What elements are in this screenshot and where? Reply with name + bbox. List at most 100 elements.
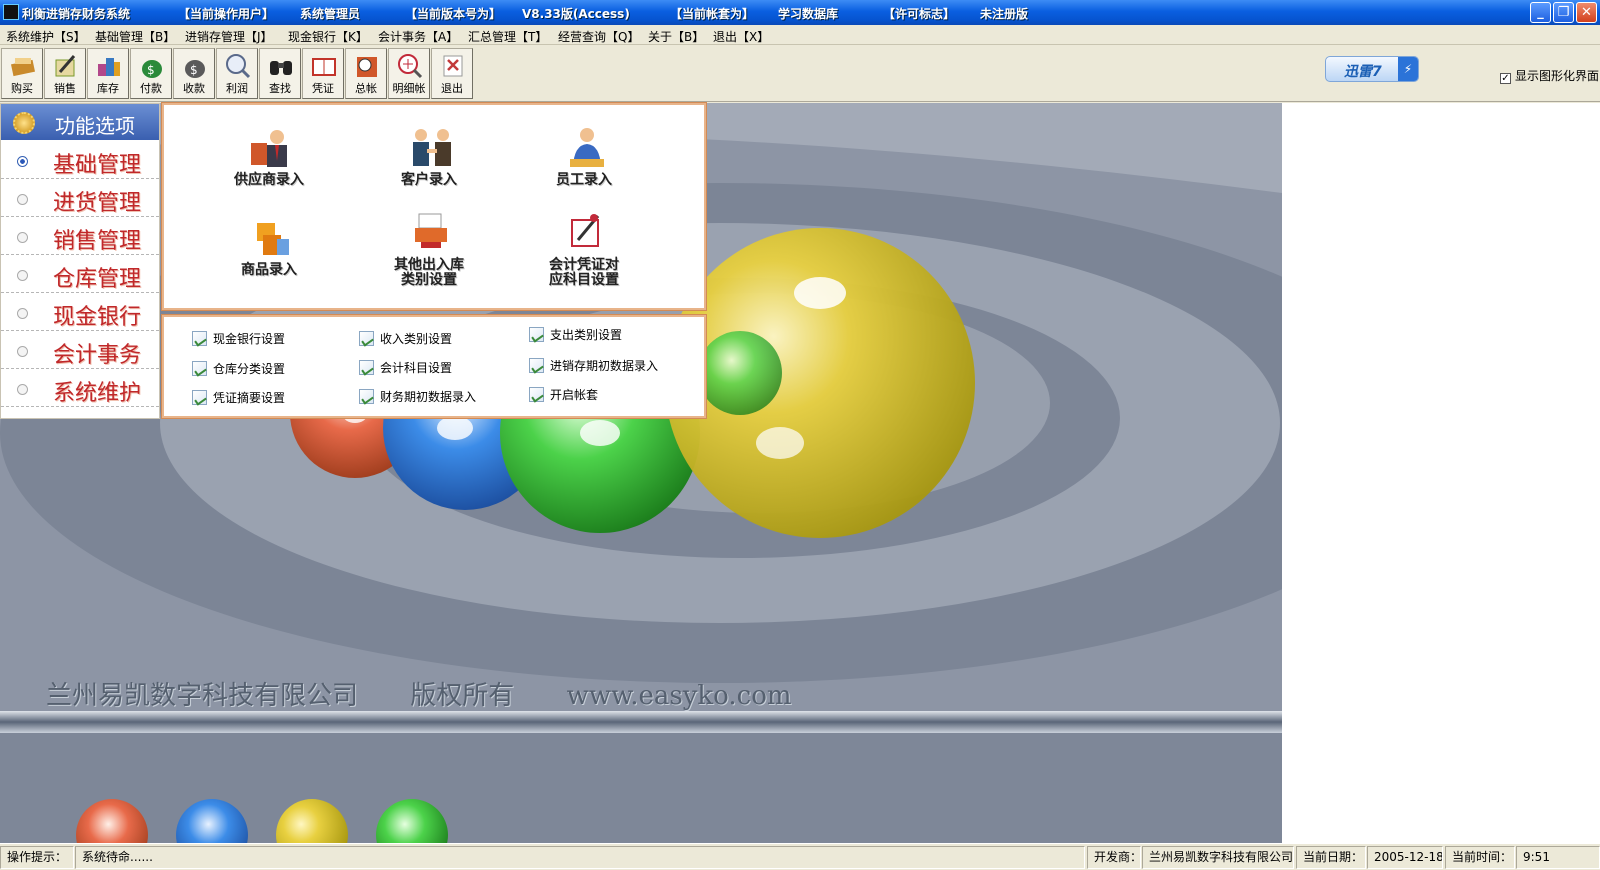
toolbar-sales-button[interactable]: 销售 (44, 48, 86, 99)
toolbar-detail-ledger-button[interactable]: 明细帐 (388, 48, 430, 99)
nav-item-sales[interactable]: 销售管理 (1, 218, 159, 255)
other-stock-category-button[interactable]: 其他出入库 类别设置 (359, 210, 499, 292)
account-value: 学习数据库 (778, 7, 839, 21)
goods-icon (257, 223, 289, 255)
nav-item-purchase[interactable]: 进货管理 (1, 180, 159, 217)
toolbar-ledger-label: 总帐 (355, 82, 377, 95)
toolbar-inventory-button[interactable]: 库存 (87, 48, 129, 99)
nav-item-label: 仓库管理 (53, 267, 142, 292)
radio-icon[interactable] (17, 384, 28, 395)
menu-about[interactable]: 关于【B】 (648, 28, 704, 45)
customer-entry-button[interactable]: 客户录入 (359, 125, 499, 207)
voucher-subject-label-2: 应科目设置 (549, 272, 619, 288)
menu-system-maintenance[interactable]: 系统维护【S】 (6, 28, 86, 45)
close-button[interactable]: ✕ (1576, 2, 1597, 23)
nav-item-accounting[interactable]: 会计事务 (1, 332, 159, 369)
status-hint-label: 操作提示： (0, 846, 74, 869)
supplier-entry-label: 供应商录入 (234, 172, 304, 188)
rights-text: 版权所有 (410, 681, 515, 711)
binoculars-icon (270, 61, 292, 75)
current-time-value: 9:51 (1516, 846, 1600, 869)
function-icon-panel: 供应商录入 客户录入 员工录入 商品录入 其他出入库 类别设置 会计凭证对 应科… (161, 102, 707, 311)
radio-icon[interactable] (17, 270, 28, 281)
current-date-value: 2005-12-18 (1367, 846, 1443, 869)
other-stock-category-label-1: 其他出入库 (394, 257, 464, 273)
profit-icon (226, 54, 251, 79)
supplier-entry-button[interactable]: 供应商录入 (199, 125, 339, 207)
toolbar-buy-button[interactable]: 购买 (1, 48, 43, 99)
goods-entry-button[interactable]: 商品录入 (199, 215, 339, 297)
customer-entry-label: 客户录入 (401, 172, 457, 188)
nav-item-label: 销售管理 (53, 229, 142, 254)
detail-ledger-icon (398, 54, 423, 79)
inventory-icon (98, 58, 120, 76)
link-accounting-subject-setting[interactable]: 会计科目设置 (359, 359, 452, 376)
radio-icon[interactable] (17, 346, 28, 357)
menu-inventory-management[interactable]: 进销存管理【J】 (185, 28, 273, 45)
link-income-category-setting[interactable]: 收入类别设置 (359, 330, 452, 347)
link-expense-category-setting[interactable]: 支出类别设置 (529, 326, 622, 343)
current-user-value: 系统管理员 (300, 7, 361, 21)
toolbar-search-button[interactable]: 查找 (259, 48, 301, 99)
link-open-account-set[interactable]: 开启帐套 (529, 386, 598, 403)
toolbar-voucher-button[interactable]: 凭证 (302, 48, 344, 99)
link-warehouse-category-setting[interactable]: 仓库分类设置 (192, 360, 285, 377)
restore-button[interactable]: ❐ (1553, 2, 1574, 23)
nav-item-warehouse[interactable]: 仓库管理 (1, 256, 159, 293)
link-finance-opening-entry[interactable]: 财务期初数据录入 (359, 388, 476, 405)
toolbar-profit-button[interactable]: 利润 (216, 48, 258, 99)
menu-cash-bank[interactable]: 现金银行【K】 (288, 28, 368, 45)
toolbar: 购买 销售 库存 $ 付款 $ 收款 利润 查找 凭证 总帐 明细帐 退出 迅雷… (0, 46, 1600, 102)
link-inventory-opening-entry[interactable]: 进销存期初数据录入 (529, 357, 658, 374)
nav-item-cash-bank[interactable]: 现金银行 (1, 294, 159, 331)
link-cash-bank-setting[interactable]: 现金银行设置 (192, 330, 285, 347)
developer-value: 兰州易凯数字科技有限公司 (1142, 846, 1294, 869)
function-link-panel: 现金银行设置 收入类别设置 支出类别设置 仓库分类设置 会计科目设置 进销存期初… (161, 314, 707, 419)
radio-icon[interactable] (17, 232, 28, 243)
radio-icon[interactable] (17, 194, 28, 205)
menu-accounting[interactable]: 会计事务【A】 (378, 28, 458, 45)
minimize-button[interactable]: _ (1530, 2, 1551, 23)
license-value: 未注册版 (980, 7, 1029, 21)
chart-icon (359, 331, 374, 346)
current-time-label: 当前时间： (1445, 846, 1515, 869)
toolbar-exit-label: 退出 (441, 82, 463, 95)
employee-icon (570, 128, 604, 167)
menu-business-query[interactable]: 经营查询【Q】 (558, 28, 639, 45)
voucher-subject-setting-button[interactable]: 会计凭证对 应科目设置 (514, 210, 654, 292)
employee-entry-button[interactable]: 员工录入 (514, 125, 654, 207)
link-label: 进销存期初数据录入 (550, 359, 659, 373)
menu-exit[interactable]: 退出【X】 (713, 28, 769, 45)
goods-entry-label: 商品录入 (241, 262, 297, 278)
nav-item-system[interactable]: 系统维护 (1, 370, 159, 407)
app-icon[interactable] (3, 4, 19, 20)
toolbar-exit-button[interactable]: 退出 (431, 48, 473, 99)
link-label: 会计科目设置 (380, 361, 453, 375)
chart-icon (359, 389, 374, 404)
current-user-label: 【当前操作用户】 (178, 7, 275, 21)
link-voucher-summary-setting[interactable]: 凭证摘要设置 (192, 389, 285, 406)
toolbar-buy-label: 购买 (11, 82, 33, 95)
status-hint-value: 系统待命...... (75, 846, 1085, 869)
nav-item-basic[interactable]: 基础管理 (1, 142, 159, 179)
version-value: V8.33版(Access) (522, 7, 630, 21)
xunlei-button[interactable]: 迅雷7 ⚡ (1325, 56, 1419, 82)
voucher-icon (312, 58, 336, 76)
checkbox-box[interactable]: ✓ (1500, 73, 1511, 84)
toolbar-detail-ledger-label: 明细帐 (392, 82, 426, 95)
svg-text:$: $ (190, 63, 198, 77)
graphic-ui-checkbox[interactable]: ✓ 显示图形化界面 (1500, 67, 1599, 84)
toolbar-payment-button[interactable]: $ 付款 (130, 48, 172, 99)
radio-selected-icon[interactable] (17, 156, 28, 167)
customer-icon (413, 129, 451, 166)
link-label: 现金银行设置 (213, 332, 286, 346)
stock-category-icon (415, 213, 447, 248)
toolbar-ledger-button[interactable]: 总帐 (345, 48, 387, 99)
toolbar-receipt-button[interactable]: $ 收款 (173, 48, 215, 99)
menu-summary[interactable]: 汇总管理【T】 (468, 28, 547, 45)
gear-icon (13, 112, 35, 134)
menu-basic-management[interactable]: 基础管理【B】 (95, 28, 175, 45)
title-bar: 利衡进销存财务系统 【当前操作用户】 系统管理员 【当前版本号为】 V8.33版… (0, 0, 1600, 25)
website-url: www.easyko.com (566, 681, 792, 711)
radio-icon[interactable] (17, 308, 28, 319)
